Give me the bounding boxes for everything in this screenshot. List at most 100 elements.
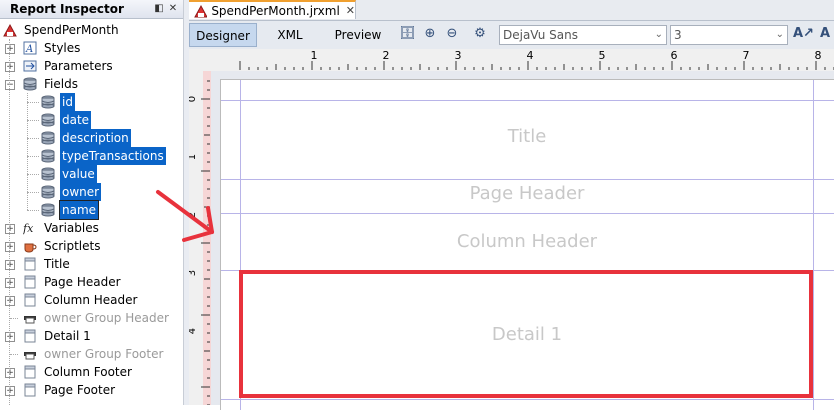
annotation-highlight-box bbox=[239, 270, 813, 398]
tree-item-label: Page Header bbox=[44, 275, 121, 289]
annotation-arrow-icon bbox=[156, 190, 214, 242]
database-icon bbox=[23, 77, 37, 91]
tree-item-styles[interactable]: + A Styles bbox=[0, 39, 183, 57]
inspector-header: Report Inspector ◧ ✕ bbox=[0, 0, 183, 19]
font-family-select[interactable]: DejaVu Sans ⌄ bbox=[499, 25, 667, 45]
tree-connector bbox=[9, 39, 10, 405]
band-icon bbox=[23, 383, 37, 397]
expand-icon[interactable]: + bbox=[5, 332, 15, 342]
zoom-in-icon[interactable]: ⊕ bbox=[422, 26, 438, 42]
tree-item-label: name bbox=[58, 200, 100, 220]
band-divider bbox=[221, 100, 834, 101]
band-divider[interactable] bbox=[221, 179, 834, 180]
font-size-select[interactable]: 3 ⌄ bbox=[670, 25, 788, 45]
tree-connector bbox=[27, 93, 28, 210]
expand-icon[interactable]: + bbox=[5, 368, 15, 378]
ruler-number: 6 bbox=[671, 49, 678, 62]
xml-button[interactable]: XML bbox=[267, 23, 313, 47]
tree-item-owner-group-header[interactable]: owner Group Header bbox=[0, 309, 183, 327]
tree-item-page-header[interactable]: + Page Header bbox=[0, 273, 183, 291]
tree-connector bbox=[27, 210, 39, 211]
styles-icon: A bbox=[23, 41, 37, 55]
band-icon bbox=[23, 257, 37, 271]
expand-icon[interactable]: + bbox=[5, 242, 15, 252]
tree-item-label: owner Group Footer bbox=[44, 347, 164, 361]
tree-item-label: Styles bbox=[44, 41, 81, 55]
parameters-icon bbox=[23, 59, 37, 73]
expand-icon[interactable]: + bbox=[5, 62, 15, 72]
tree-item-label: Fields bbox=[44, 77, 78, 91]
close-icon[interactable]: ✕ bbox=[166, 2, 180, 16]
band-column-header[interactable]: Column Header bbox=[241, 231, 813, 252]
inspector-title: Report Inspector bbox=[10, 2, 124, 16]
tree-item-parameters[interactable]: + Parameters bbox=[0, 57, 183, 75]
tree-item-page-footer[interactable]: + Page Footer bbox=[0, 381, 183, 399]
database-icon bbox=[41, 203, 55, 217]
collapse-icon[interactable]: − bbox=[5, 80, 15, 90]
band-icon bbox=[23, 293, 37, 307]
band-divider[interactable] bbox=[221, 213, 834, 214]
fx-icon: fx bbox=[22, 221, 37, 235]
ruler-number: 4 bbox=[189, 328, 198, 334]
ruler-number: 3 bbox=[189, 270, 198, 276]
database-icon bbox=[41, 167, 55, 181]
tree-item-label: owner Group Header bbox=[44, 311, 169, 325]
tree-item-label: Column Header bbox=[44, 293, 138, 307]
tree-item-label: date bbox=[60, 111, 92, 129]
expand-icon[interactable]: + bbox=[5, 224, 15, 234]
tree-item-detail-1[interactable]: + Detail 1 bbox=[0, 327, 183, 345]
tab-label: SpendPerMonth.jrxml bbox=[211, 3, 340, 18]
decrease-font-icon[interactable]: A bbox=[817, 26, 833, 42]
ruler-number: 0 bbox=[189, 96, 198, 102]
tree-item-root[interactable]: SpendPerMonth bbox=[0, 21, 183, 39]
editor-toolbar: Designer XML Preview 🗄 ⊕ ⊖ ⚙ DejaVu Sans… bbox=[189, 21, 834, 50]
tree-item-title[interactable]: + Title bbox=[0, 255, 183, 273]
expand-icon[interactable]: + bbox=[5, 278, 15, 288]
tree-item-owner-group-footer[interactable]: owner Group Footer bbox=[0, 345, 183, 363]
tree-item-column-header[interactable]: + Column Header bbox=[0, 291, 183, 309]
chevron-down-icon: ⌄ bbox=[775, 29, 784, 40]
preview-button[interactable]: Preview bbox=[327, 23, 389, 47]
tree-item-label: Column Footer bbox=[44, 365, 132, 379]
increase-font-icon[interactable]: A↗ bbox=[793, 26, 814, 42]
tree-item-label: SpendPerMonth bbox=[24, 23, 119, 37]
tree-item-label: Detail 1 bbox=[44, 329, 91, 343]
chevron-down-icon: ⌄ bbox=[654, 29, 663, 40]
tree-item-label: id bbox=[60, 93, 75, 111]
band-page-header[interactable]: Page Header bbox=[241, 183, 813, 204]
report-icon bbox=[3, 23, 17, 37]
tree-connector bbox=[27, 120, 39, 121]
tree-item-fields[interactable]: − Fields bbox=[0, 75, 183, 93]
editor-tab-bar: SpendPerMonth.jrxml ✕ bbox=[189, 0, 834, 21]
tree-item-label: value bbox=[60, 165, 97, 183]
tab-close-icon[interactable]: ✕ bbox=[346, 4, 355, 17]
ruler-number: 1 bbox=[311, 49, 318, 62]
zoom-out-icon[interactable]: ⊖ bbox=[444, 26, 460, 42]
tree-connector bbox=[27, 156, 39, 157]
expand-icon[interactable]: + bbox=[5, 260, 15, 270]
expand-icon[interactable]: + bbox=[5, 296, 15, 306]
tab-spendpermonth[interactable]: SpendPerMonth.jrxml ✕ bbox=[189, 0, 356, 19]
tree-item-column-footer[interactable]: + Column Footer bbox=[0, 363, 183, 381]
preferences-icon[interactable]: ⚙ bbox=[472, 26, 488, 42]
band-divider[interactable] bbox=[221, 399, 834, 400]
designer-button[interactable]: Designer bbox=[189, 23, 257, 47]
group-band-icon bbox=[23, 347, 37, 361]
ruler-horizontal: 1 2 3 4 5 6 7 8 bbox=[189, 49, 834, 72]
expand-icon[interactable]: + bbox=[5, 386, 15, 396]
band-title[interactable]: Title bbox=[241, 126, 813, 147]
ruler-number: 4 bbox=[527, 49, 534, 62]
tree-connector bbox=[10, 354, 18, 355]
tree-item-label: description bbox=[60, 129, 131, 147]
ruler-number: 1 bbox=[189, 154, 198, 160]
expand-icon[interactable]: + bbox=[5, 44, 15, 54]
font-family-value: DejaVu Sans bbox=[503, 28, 578, 42]
ruler-number: 5 bbox=[599, 49, 606, 62]
tree-item-label: Scriptlets bbox=[44, 239, 101, 253]
pin-icon[interactable]: ◧ bbox=[152, 2, 166, 16]
tree-item-label: typeTransactions bbox=[60, 147, 166, 165]
database-icon bbox=[41, 149, 55, 163]
database-icon[interactable]: 🗄 bbox=[399, 26, 416, 42]
font-size-value: 3 bbox=[674, 28, 682, 42]
database-icon bbox=[41, 95, 55, 109]
